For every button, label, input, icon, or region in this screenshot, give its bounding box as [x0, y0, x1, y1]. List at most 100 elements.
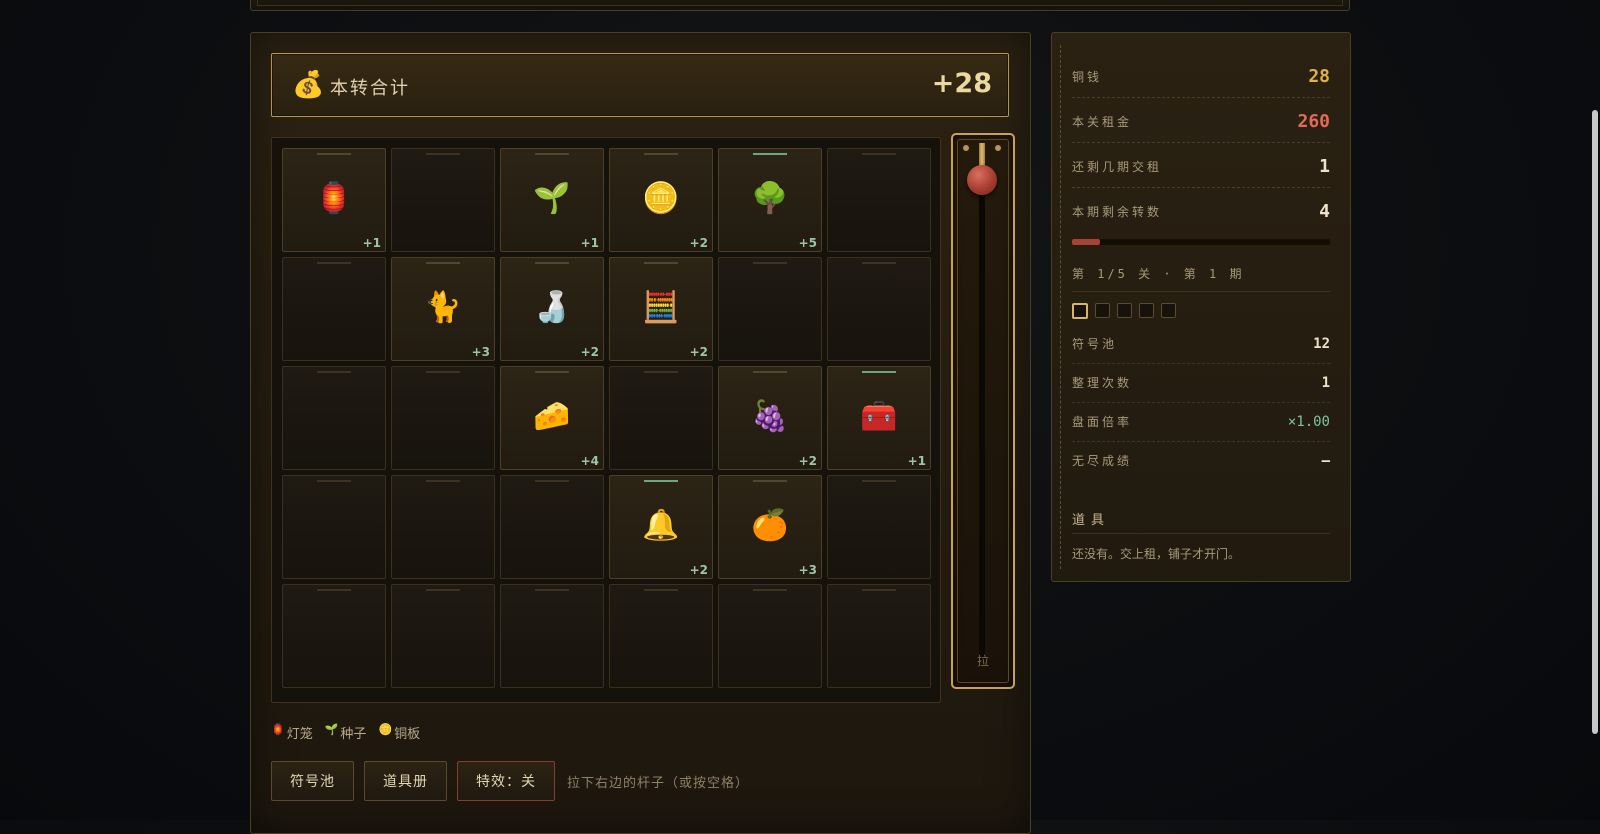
pool-value: 12 — [1313, 336, 1330, 352]
level-pip — [1161, 303, 1176, 318]
slot-cell-sake[interactable]: 🍶 +2 — [500, 257, 604, 361]
items-section-divider — [1072, 533, 1330, 534]
level-pip — [1139, 303, 1154, 318]
slot-cell-empty — [282, 475, 386, 579]
slot-cell-empty — [282, 257, 386, 361]
toolbox-icon: 🧰 — [860, 399, 898, 434]
cell-gain: +2 — [689, 236, 708, 250]
cell-gain: +2 — [798, 454, 817, 468]
lantern-icon: 🏮 — [315, 181, 353, 216]
cell-top-marker — [644, 262, 678, 264]
slot-cell-empty — [391, 475, 495, 579]
slot-cell-orange[interactable]: 🍊 +3 — [718, 475, 822, 579]
cell-top-marker — [317, 480, 351, 482]
sort-row: 整理次数 1 — [1072, 364, 1330, 403]
top-bar — [250, 0, 1350, 11]
cell-top-marker — [426, 153, 460, 155]
symbol-pool-button[interactable]: 符号池 — [271, 761, 354, 801]
cell-top-marker — [753, 589, 787, 591]
slot-cell-empty — [827, 584, 931, 688]
level-pips — [1072, 303, 1176, 319]
cell-gain: +3 — [798, 563, 817, 577]
cell-gain: +2 — [580, 345, 599, 359]
lever-rivet-left — [963, 145, 969, 151]
item-book-button[interactable]: 道具册 — [364, 761, 447, 801]
cell-top-marker — [535, 262, 569, 264]
cell-top-marker — [753, 153, 787, 155]
slot-cell-empty — [391, 584, 495, 688]
slot-cell-empty — [500, 475, 604, 579]
spins-row: 本期剩余转数 4 — [1072, 188, 1330, 232]
level-text: 第 1/5 关 · 第 1 期 — [1072, 267, 1245, 281]
slot-cell-lantern[interactable]: 🏮 +1 — [282, 148, 386, 252]
effects-toggle-button[interactable]: 特效：关 — [457, 761, 555, 801]
slot-cell-empty — [827, 475, 931, 579]
rent-label: 本关租金 — [1072, 115, 1133, 129]
multiplier-row: 盘面倍率 ×1.00 — [1072, 403, 1330, 442]
lever[interactable]: 拉 — [951, 133, 1015, 689]
tree-icon: 🌳 — [751, 181, 789, 216]
bottom-button-row: 符号池 道具册 特效：关 拉下右边的杆子（或按空格） — [271, 761, 749, 801]
cell-gain: +2 — [689, 563, 708, 577]
slot-cell-empty — [718, 257, 822, 361]
slot-cell-seedling[interactable]: 🌱 +1 — [500, 148, 604, 252]
spin-total-bar: 💰 本转合计 +28 — [271, 53, 1009, 117]
page-scrollbar[interactable] — [1592, 110, 1598, 734]
slot-cell-empty — [609, 366, 713, 470]
cell-top-marker — [862, 262, 896, 264]
cell-top-marker — [317, 589, 351, 591]
slot-grid-frame: 🏮 +1 🌱 +1 🪙 +2 🌳 +5 🐈 +3 🍶 +2 🧮 +2 🧀 +4 🍇 +2 🧰 +1 🔔 +2 🍊 +3 — [271, 137, 941, 703]
pool-row: 符号池 12 — [1072, 325, 1330, 364]
legend-icon-0: 🏮 — [271, 723, 285, 736]
level-row: 第 1/5 关 · 第 1 期 — [1072, 257, 1330, 292]
cell-top-marker — [535, 480, 569, 482]
pull-hint: 拉下右边的杆子（或按空格） — [567, 775, 750, 791]
multiplier-label: 盘面倍率 — [1072, 415, 1133, 429]
legend-icon-2: 🪙 — [378, 723, 393, 736]
slot-cell-tree[interactable]: 🌳 +5 — [718, 148, 822, 252]
lever-label: 拉 — [976, 654, 989, 668]
cell-gain: +1 — [907, 454, 926, 468]
slot-cell-grapes[interactable]: 🍇 +2 — [718, 366, 822, 470]
spins-label: 本期剩余转数 — [1072, 205, 1163, 219]
cell-top-marker — [426, 262, 460, 264]
cell-top-marker — [753, 480, 787, 482]
cell-top-marker — [317, 262, 351, 264]
slot-cell-empty — [827, 257, 931, 361]
cell-top-marker — [644, 371, 678, 373]
abacus-icon: 🧮 — [642, 290, 680, 325]
lever-knob[interactable] — [967, 165, 997, 195]
cell-top-marker — [426, 371, 460, 373]
cell-top-marker — [644, 153, 678, 155]
slot-cell-cat[interactable]: 🐈 +3 — [391, 257, 495, 361]
coins-value: 28 — [1308, 66, 1330, 87]
spin-total-label: 本转合计 — [330, 78, 410, 99]
slot-cell-empty — [391, 366, 495, 470]
cell-top-marker — [535, 589, 569, 591]
cell-top-marker — [535, 153, 569, 155]
cell-top-marker — [753, 262, 787, 264]
cell-top-marker — [862, 371, 896, 373]
lever-track — [979, 187, 985, 661]
status-panel: 铜钱 28 本关租金 260 还剩几期交租 1 本期剩余转数 4 第 1/5 关… — [1051, 32, 1351, 582]
rent-value: 260 — [1297, 111, 1330, 132]
cell-top-marker — [535, 371, 569, 373]
slot-cell-empty — [827, 148, 931, 252]
sort-label: 整理次数 — [1072, 376, 1133, 390]
slot-cell-abacus[interactable]: 🧮 +2 — [609, 257, 713, 361]
slot-grid: 🏮 +1 🌱 +1 🪙 +2 🌳 +5 🐈 +3 🍶 +2 🧮 +2 🧀 +4 🍇 +2 🧰 +1 🔔 +2 🍊 +3 — [282, 148, 931, 688]
slot-cell-empty — [718, 584, 822, 688]
slot-cell-toolbox[interactable]: 🧰 +1 — [827, 366, 931, 470]
endless-label: 无尽成绩 — [1072, 454, 1133, 468]
periods-value: 1 — [1319, 156, 1330, 177]
spin-total-value: +28 — [931, 68, 992, 99]
slot-cell-bell[interactable]: 🔔 +2 — [609, 475, 713, 579]
cell-top-marker — [862, 153, 896, 155]
side-rule — [1060, 45, 1061, 569]
slot-cell-cheese[interactable]: 🧀 +4 — [500, 366, 604, 470]
slot-cell-copper-plate[interactable]: 🪙 +2 — [609, 148, 713, 252]
cell-top-marker — [644, 480, 678, 482]
pool-label: 符号池 — [1072, 337, 1118, 351]
sake-icon: 🍶 — [533, 290, 571, 325]
legend-label-1: 种子 — [340, 727, 367, 742]
